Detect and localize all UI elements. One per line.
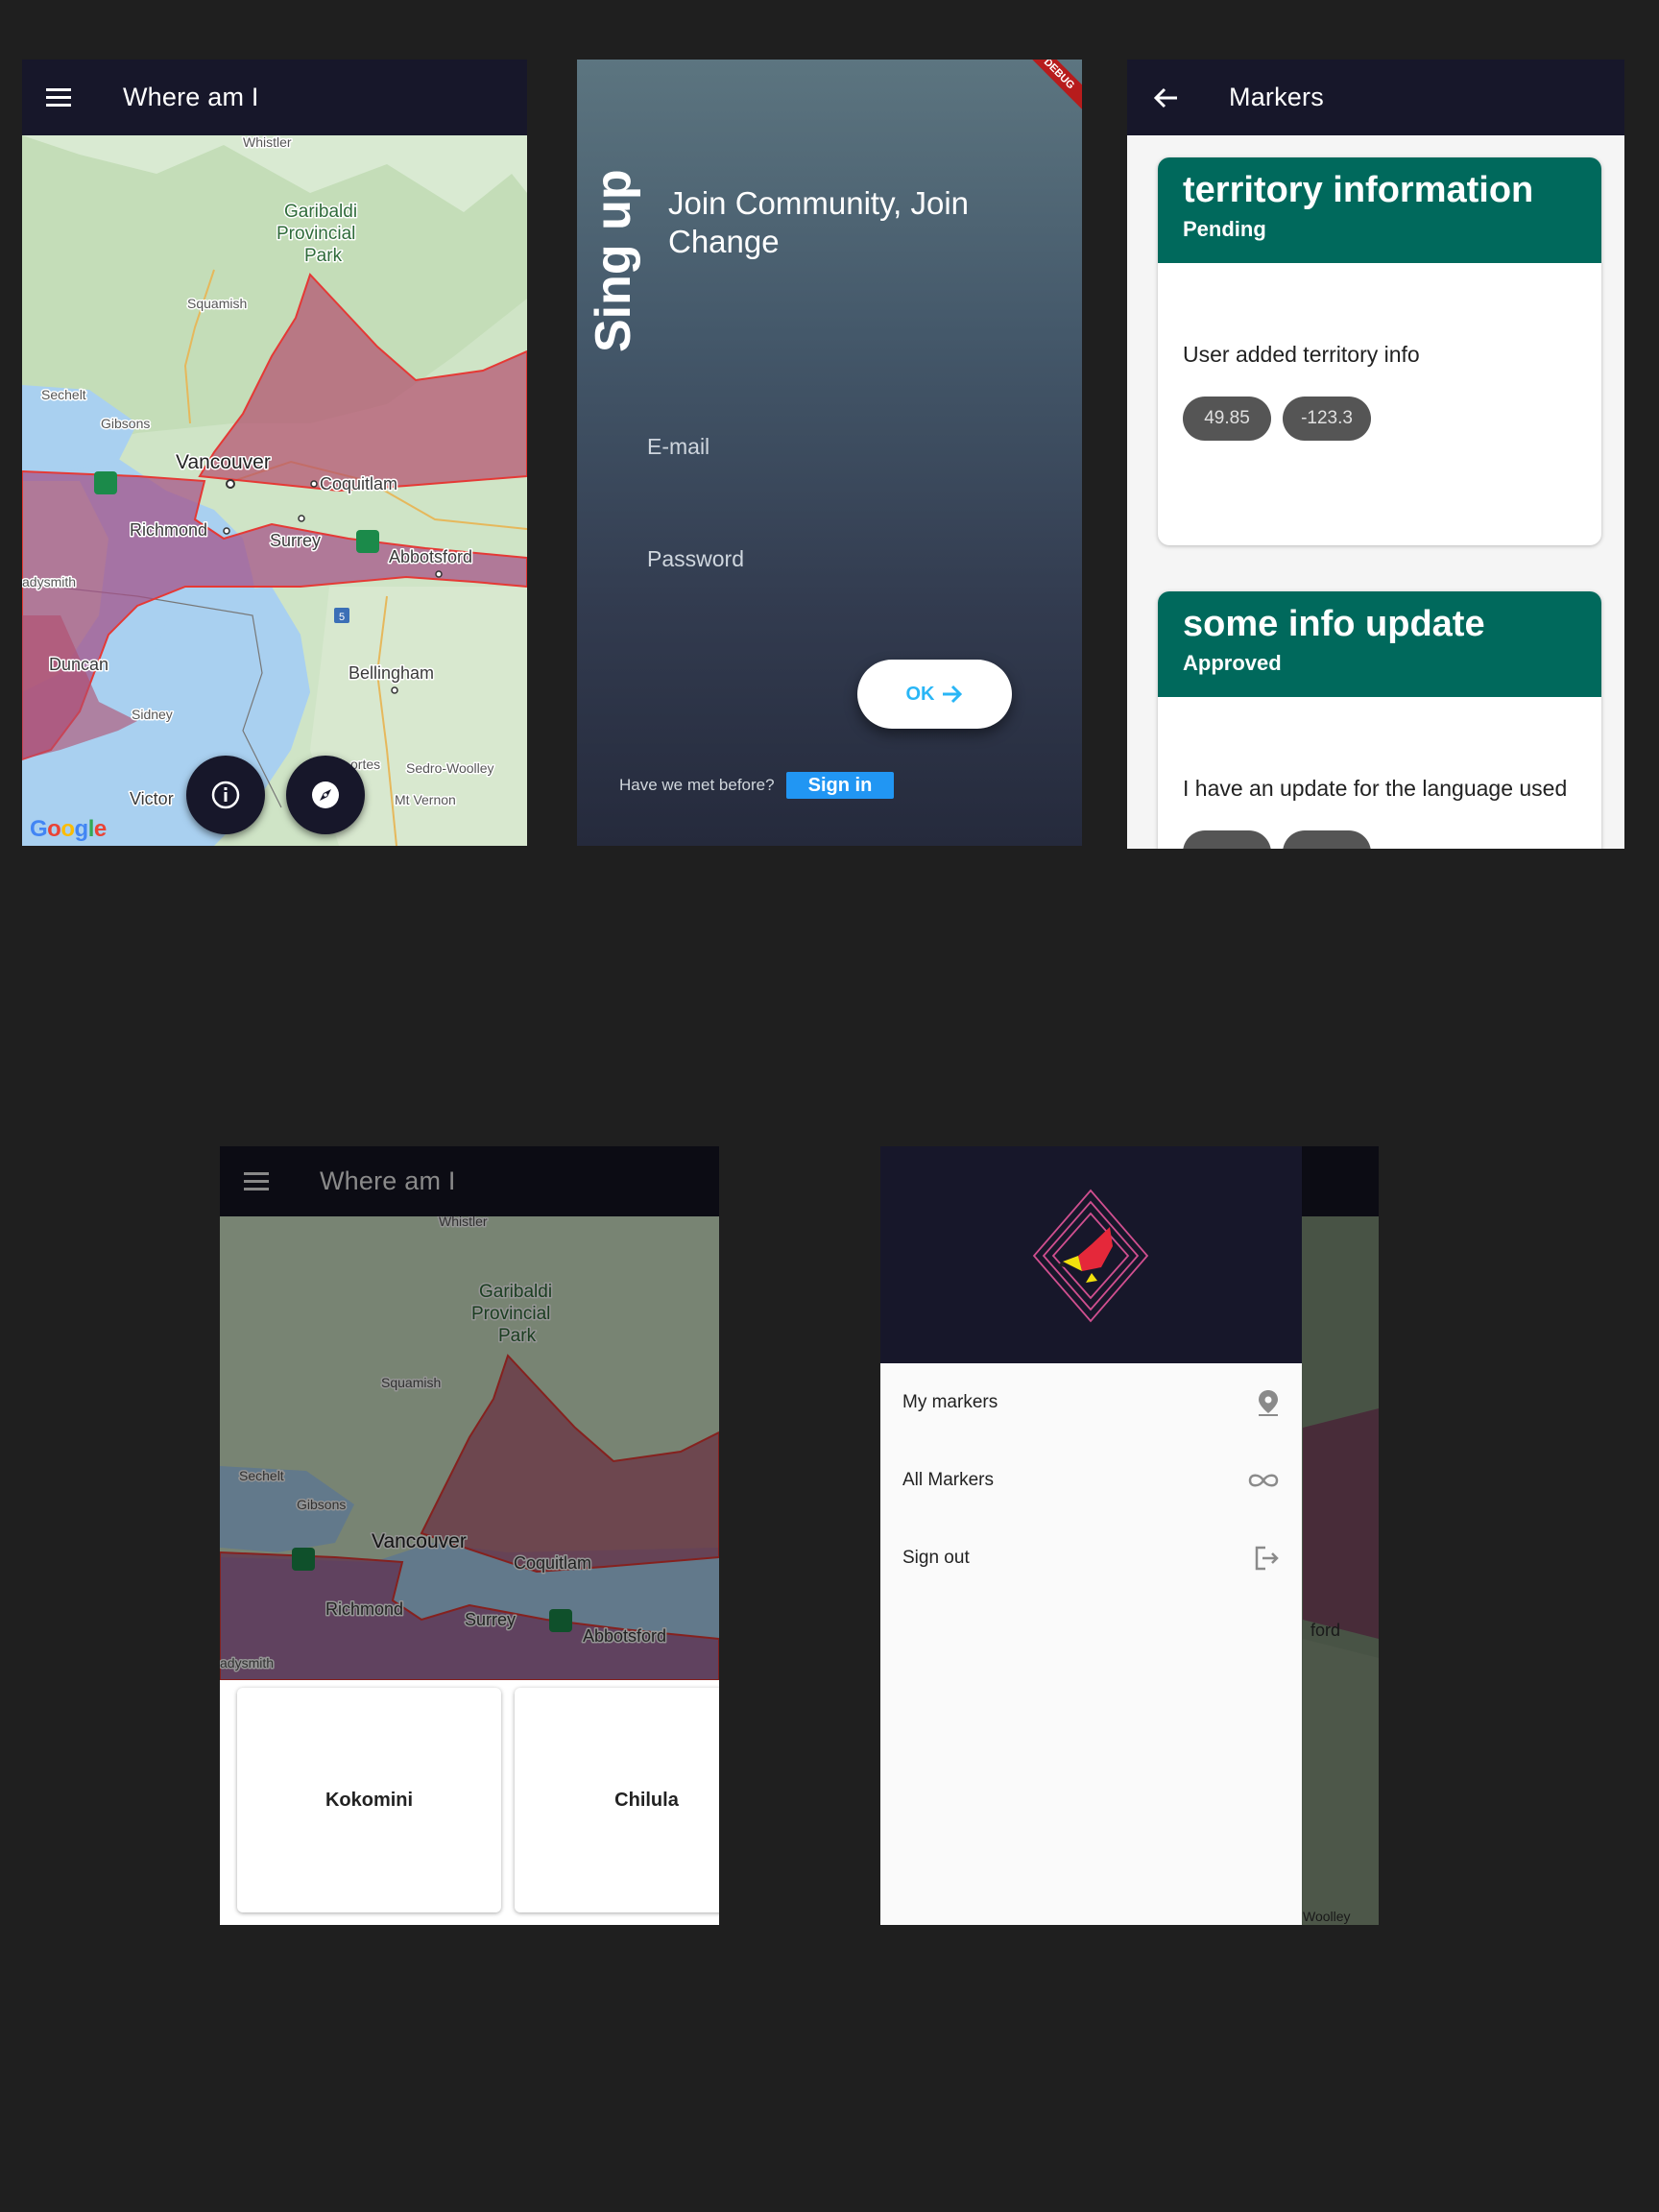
highway-5-label: 5: [339, 612, 345, 623]
label-ladysmith: adysmith: [22, 574, 76, 589]
signup-screen: Sing up Join Community, Join Change E-ma…: [577, 60, 1082, 846]
drawer-item-label: All Markers: [902, 1469, 995, 1490]
app-bar: Markers: [1127, 60, 1624, 135]
arrow-back-icon: [1153, 87, 1177, 108]
google-logo: Google: [30, 816, 107, 842]
label-bellingham: Bellingham: [349, 663, 434, 683]
drawer-screen: ford Woolley My markers All Markers Sign…: [880, 1146, 1379, 1925]
infinity-icon: [1248, 1474, 1279, 1486]
language-carousel[interactable]: Kokomini Chilula: [220, 1680, 719, 1925]
map-scrim: [220, 1216, 719, 1680]
label-squamish: Squamish: [187, 296, 247, 311]
label-vancouver: Vancouver: [176, 451, 271, 473]
label-sechelt: Sechelt: [41, 387, 86, 402]
ok-button[interactable]: OK: [857, 660, 1012, 729]
ok-label: OK: [905, 683, 935, 705]
marker-title: some info update: [1183, 604, 1485, 644]
marker-title: territory information: [1183, 170, 1534, 210]
language-card[interactable]: Chilula: [515, 1688, 719, 1912]
park-icon: [94, 471, 117, 494]
menu-icon[interactable]: [22, 60, 99, 135]
app-bar: Where am I: [220, 1146, 719, 1216]
drawer-item-all-markers[interactable]: All Markers: [880, 1441, 1302, 1519]
drawer-item-sign-out[interactable]: Sign out: [880, 1519, 1302, 1597]
marker-description: I have an update for the language used: [1183, 776, 1568, 801]
marker-description: User added territory info: [1183, 342, 1420, 367]
drawer-item-my-markers[interactable]: My markers: [880, 1363, 1302, 1441]
label-sedro-woolley: Sedro-Woolley: [406, 760, 494, 776]
logout-icon: [1255, 1546, 1279, 1570]
back-button[interactable]: [1127, 60, 1204, 135]
drawer-item-label: Sign out: [902, 1547, 970, 1568]
label-richmond: Richmond: [130, 520, 207, 540]
nav-drawer: My markers All Markers Sign out: [880, 1146, 1302, 1925]
app-title: Where am I: [320, 1166, 456, 1195]
label-whistler: Whistler: [243, 135, 292, 150]
email-field[interactable]: E-mail: [647, 434, 709, 460]
label-garibaldi-1: Garibaldi: [284, 202, 357, 222]
app-logo: [1032, 1189, 1149, 1323]
label-mt-vernon: Mt Vernon: [395, 792, 456, 807]
compass-icon: [312, 781, 339, 808]
app-bar: Where am I: [22, 60, 527, 135]
label-garibaldi-2: Provincial: [276, 224, 355, 244]
app-title: Markers: [1229, 83, 1324, 111]
met-before-text: Have we met before?: [619, 776, 775, 794]
marker-status: Approved: [1183, 651, 1282, 675]
latitude-chip: [1183, 830, 1271, 849]
app-title: Where am I: [123, 83, 259, 111]
marker-card-header: some info update Approved: [1158, 591, 1601, 697]
marker-card[interactable]: some info update Approved I have an upda…: [1158, 591, 1601, 849]
label-duncan: Duncan: [49, 655, 108, 674]
explore-button[interactable]: [286, 756, 365, 834]
sign-in-button[interactable]: Sign in: [786, 772, 894, 799]
language-card[interactable]: Kokomini: [237, 1688, 501, 1912]
location-pin-icon: [1259, 1389, 1278, 1416]
longitude-chip: -123.3: [1283, 397, 1371, 441]
map-cards-screen: Where am I Whistler Garibaldi Provincial…: [220, 1146, 719, 1925]
arrow-right-icon: [942, 685, 962, 704]
park-icon: [356, 530, 379, 553]
map-view[interactable]: Whistler Garibaldi Provincial Park Squam…: [220, 1216, 719, 1680]
signup-title: Sing up: [586, 169, 641, 352]
map-canvas[interactable]: Whistler Garibaldi Provincial Park Squam…: [22, 135, 527, 846]
latitude-chip: 49.85: [1183, 397, 1271, 441]
debug-banner: DEBUG: [1012, 60, 1082, 121]
info-button[interactable]: [186, 756, 265, 834]
marker-card[interactable]: territory information Pending User added…: [1158, 157, 1601, 545]
marker-status: Pending: [1183, 217, 1266, 241]
longitude-chip: [1283, 830, 1371, 849]
label-garibaldi-3: Park: [304, 246, 343, 266]
password-field[interactable]: Password: [647, 546, 744, 572]
label-abbotsford: Abbotsford: [389, 547, 472, 566]
label-victoria: Victor: [130, 789, 174, 808]
map-view[interactable]: Whistler Garibaldi Provincial Park Squam…: [22, 135, 527, 846]
label-coquitlam: Coquitlam: [320, 474, 397, 493]
label-surrey: Surrey: [270, 531, 321, 550]
menu-icon[interactable]: [220, 1146, 297, 1216]
label-gibsons: Gibsons: [101, 416, 150, 431]
markers-screen: Markers territory information Pending Us…: [1127, 60, 1624, 849]
drawer-item-label: My markers: [902, 1391, 998, 1412]
marker-card-header: territory information Pending: [1158, 157, 1601, 263]
signup-tagline: Join Community, Join Change: [668, 185, 970, 259]
label-sidney: Sidney: [132, 707, 173, 722]
info-icon: [211, 781, 240, 809]
map-screen: Where am I Whistler Garibaldi Provincial…: [22, 60, 527, 846]
drawer-header: [880, 1146, 1302, 1363]
